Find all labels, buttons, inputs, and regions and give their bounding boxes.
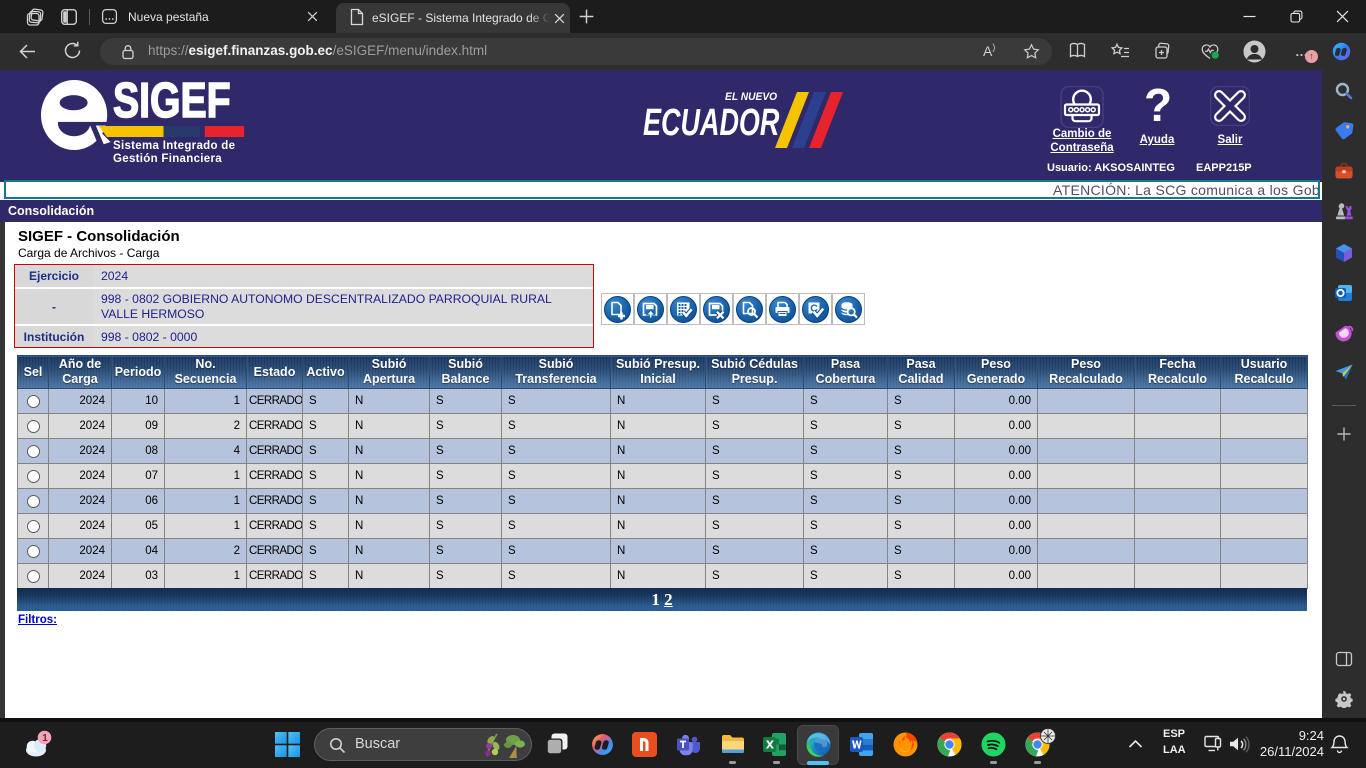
svg-text:1: 1 <box>42 733 48 744</box>
